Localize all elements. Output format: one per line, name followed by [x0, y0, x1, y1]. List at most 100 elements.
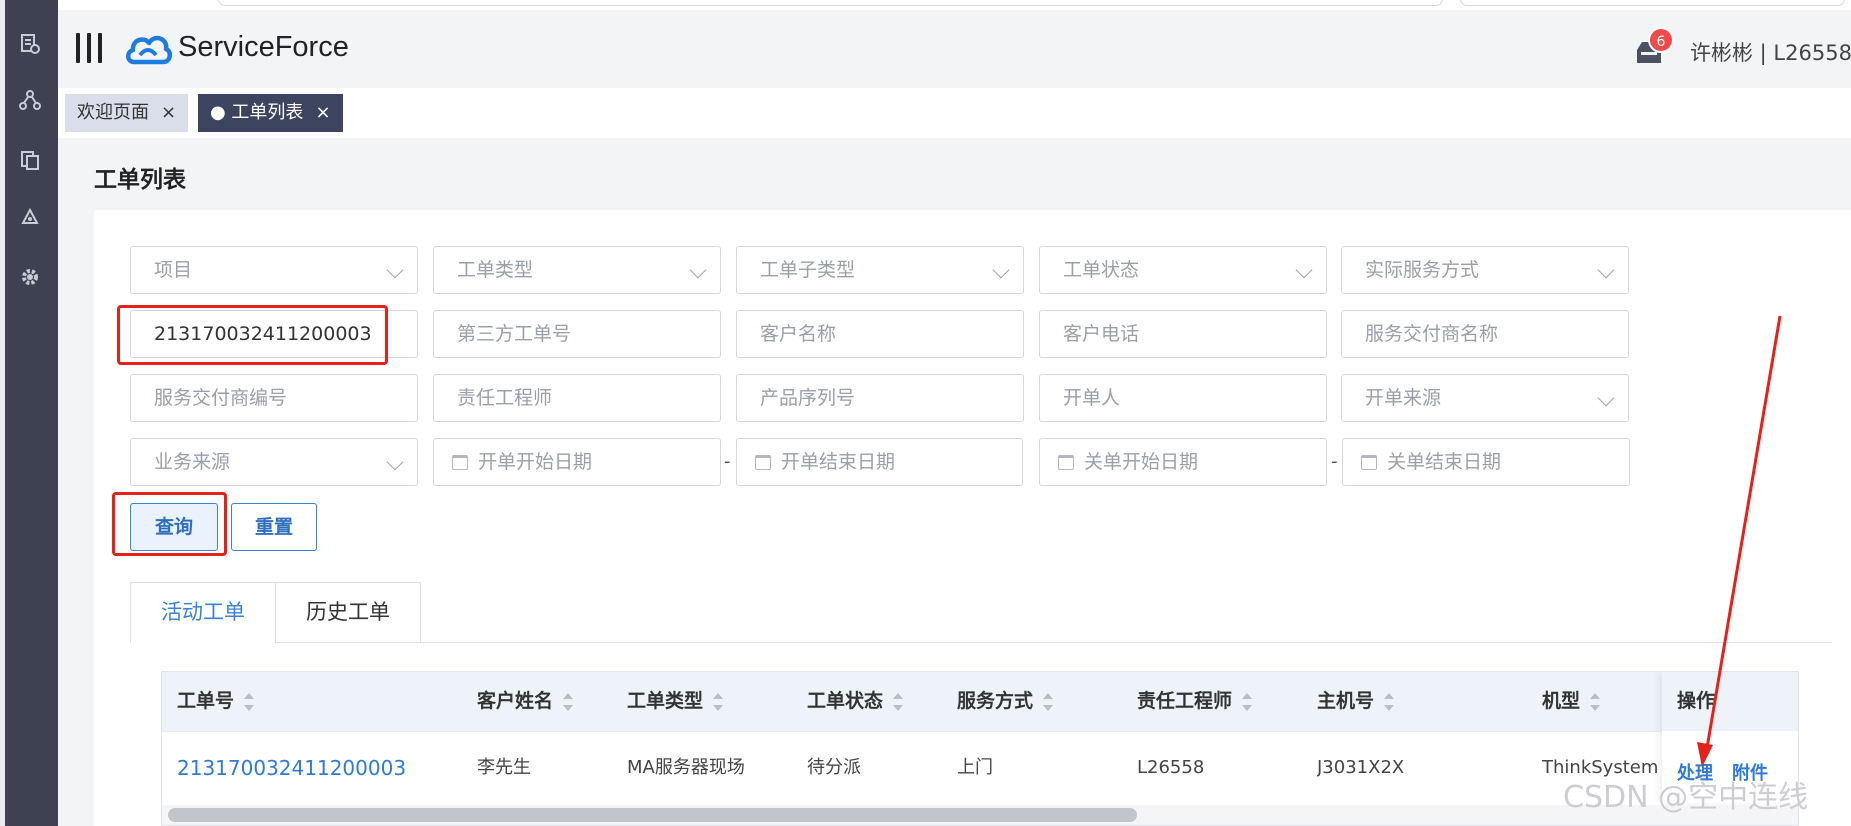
close-end-date-input[interactable]: 关单结束日期 [1342, 438, 1630, 486]
open-source-placeholder: 开单来源 [1365, 387, 1442, 409]
calendar-icon [452, 455, 468, 470]
creator-input[interactable]: 开单人 [1039, 374, 1327, 422]
close-icon[interactable]: × [315, 102, 330, 123]
customer-name-input[interactable]: 客户名称 [736, 310, 1024, 358]
ticket-type-select[interactable]: 工单类型 [433, 246, 721, 294]
left-nav-rail [0, 0, 58, 826]
chevron-down-icon [386, 261, 404, 279]
service-mode-placeholder: 实际服务方式 [1365, 259, 1480, 281]
copy-documents-icon[interactable] [18, 148, 42, 172]
open-end-date-input[interactable]: 开单结束日期 [736, 438, 1023, 486]
chevron-down-icon [992, 261, 1010, 279]
gear-icon[interactable] [18, 265, 42, 289]
cell-status: 待分派 [807, 757, 861, 778]
service-mode-select[interactable]: 实际服务方式 [1341, 246, 1629, 294]
business-source-placeholder: 业务来源 [154, 451, 231, 473]
provider-name-placeholder: 服务交付商名称 [1365, 323, 1499, 345]
tab-ticket-list[interactable]: ● 工单列表 × [198, 94, 343, 132]
address-bar-fragment [218, 0, 1443, 6]
watermark: CSDN @空中连线 [1563, 780, 1809, 815]
chevron-down-icon [689, 261, 707, 279]
column-header-model[interactable]: 机型 [1542, 672, 1601, 731]
column-header-host-no[interactable]: 主机号 [1317, 672, 1395, 731]
ticket-subtype-placeholder: 工单子类型 [760, 259, 856, 281]
sort-icon[interactable] [713, 692, 724, 711]
table-header: 工单号 客户姓名 工单类型 工单状态 服务方式 责任工程师 主机号 机型 [162, 672, 1798, 731]
sort-icon[interactable] [893, 692, 904, 711]
cell-engineer: L26558 [1137, 757, 1205, 778]
menu-toggle-button[interactable] [76, 33, 102, 63]
brand-name: ServiceForce [178, 31, 349, 63]
close-start-date-input[interactable]: 关单开始日期 [1039, 438, 1327, 486]
customer-phone-input[interactable]: 客户电话 [1039, 310, 1327, 358]
column-header-service-mode[interactable]: 服务方式 [957, 672, 1054, 731]
column-header-type[interactable]: 工单类型 [627, 672, 724, 731]
provider-name-input[interactable]: 服务交付商名称 [1341, 310, 1629, 358]
cloud-logo-icon [126, 35, 172, 65]
calendar-icon [755, 455, 771, 470]
calendar-icon [1058, 455, 1074, 470]
tab-active-tickets[interactable]: 活动工单 [130, 582, 276, 643]
date-range-separator: - [724, 451, 731, 472]
engineer-placeholder: 责任工程师 [457, 387, 553, 409]
sort-icon[interactable] [1242, 692, 1253, 711]
third-party-no-input[interactable]: 第三方工单号 [433, 310, 721, 358]
chevron-down-icon [386, 453, 404, 471]
ticket-subtype-select[interactable]: 工单子类型 [736, 246, 1024, 294]
column-header-status[interactable]: 工单状态 [807, 672, 904, 731]
creator-placeholder: 开单人 [1063, 387, 1121, 409]
browser-strip [58, 0, 1851, 10]
cell-service-mode: 上门 [957, 757, 993, 778]
product-serial-input[interactable]: 产品序列号 [736, 374, 1024, 422]
customer-phone-placeholder: 客户电话 [1063, 323, 1140, 345]
open-end-date-placeholder: 开单结束日期 [781, 451, 896, 473]
app-window: ServiceForce 6 许彬彬 | L26558 欢迎页面 × ● 工单列表… [0, 0, 1851, 826]
tab-welcome[interactable]: 欢迎页面 × [65, 94, 189, 132]
ticket-no-link[interactable]: 213170032411200003 [177, 732, 406, 804]
open-start-date-input[interactable]: 开单开始日期 [433, 438, 721, 486]
page-tabs-bar: 欢迎页面 × ● 工单列表 × [58, 88, 1851, 138]
page-title: 工单列表 [94, 167, 186, 193]
engineer-input[interactable]: 责任工程师 [433, 374, 721, 422]
close-icon[interactable]: × [161, 102, 176, 123]
provider-code-placeholder: 服务交付商编号 [154, 387, 288, 409]
project-placeholder: 项目 [154, 259, 193, 281]
recycle-icon[interactable] [18, 206, 42, 230]
sort-icon[interactable] [1384, 692, 1395, 711]
document-settings-icon[interactable] [18, 32, 42, 56]
business-source-select[interactable]: 业务来源 [130, 438, 418, 486]
annotation-highlight-ticket-no [117, 305, 388, 365]
table-row: 213170032411200003 李先生 MA服务器现场 待分派 上门 L2… [162, 731, 1798, 803]
provider-code-input[interactable]: 服务交付商编号 [130, 374, 418, 422]
customer-name-placeholder: 客户名称 [760, 323, 837, 345]
cell-type: MA服务器现场 [627, 757, 745, 778]
product-serial-placeholder: 产品序列号 [760, 387, 856, 409]
annotation-highlight-query [112, 492, 227, 556]
tab-history-tickets[interactable]: 历史工单 [275, 582, 421, 643]
search-bar-fragment [1460, 0, 1845, 6]
sort-icon[interactable] [563, 692, 574, 711]
sort-icon[interactable] [1043, 692, 1054, 711]
user-info[interactable]: 许彬彬 | L26558 [1690, 37, 1851, 67]
column-header-engineer[interactable]: 责任工程师 [1137, 672, 1253, 731]
ticket-status-select[interactable]: 工单状态 [1039, 246, 1327, 294]
tab-welcome-label: 欢迎页面 [77, 102, 149, 123]
sort-icon[interactable] [244, 692, 255, 711]
ticket-status-placeholder: 工单状态 [1063, 259, 1140, 281]
close-start-date-placeholder: 关单开始日期 [1084, 451, 1199, 473]
horizontal-scrollbar[interactable] [162, 805, 1798, 825]
column-header-actions: 操作 [1662, 672, 1798, 731]
project-select[interactable]: 项目 [130, 246, 418, 294]
ticket-table: 工单号 客户姓名 工单类型 工单状态 服务方式 责任工程师 主机号 机型 213… [161, 671, 1799, 826]
scrollbar-thumb[interactable] [168, 808, 1137, 822]
open-source-select[interactable]: 开单来源 [1341, 374, 1629, 422]
open-start-date-placeholder: 开单开始日期 [478, 451, 593, 473]
sort-icon[interactable] [1590, 692, 1601, 711]
reset-button[interactable]: 重置 [231, 503, 317, 551]
subtab-divider [276, 642, 1832, 643]
chevron-down-icon [1597, 261, 1615, 279]
column-header-customer[interactable]: 客户姓名 [477, 672, 574, 731]
network-nodes-icon[interactable] [18, 88, 42, 112]
column-header-ticket-no[interactable]: 工单号 [177, 672, 255, 731]
chevron-down-icon [1295, 261, 1313, 279]
